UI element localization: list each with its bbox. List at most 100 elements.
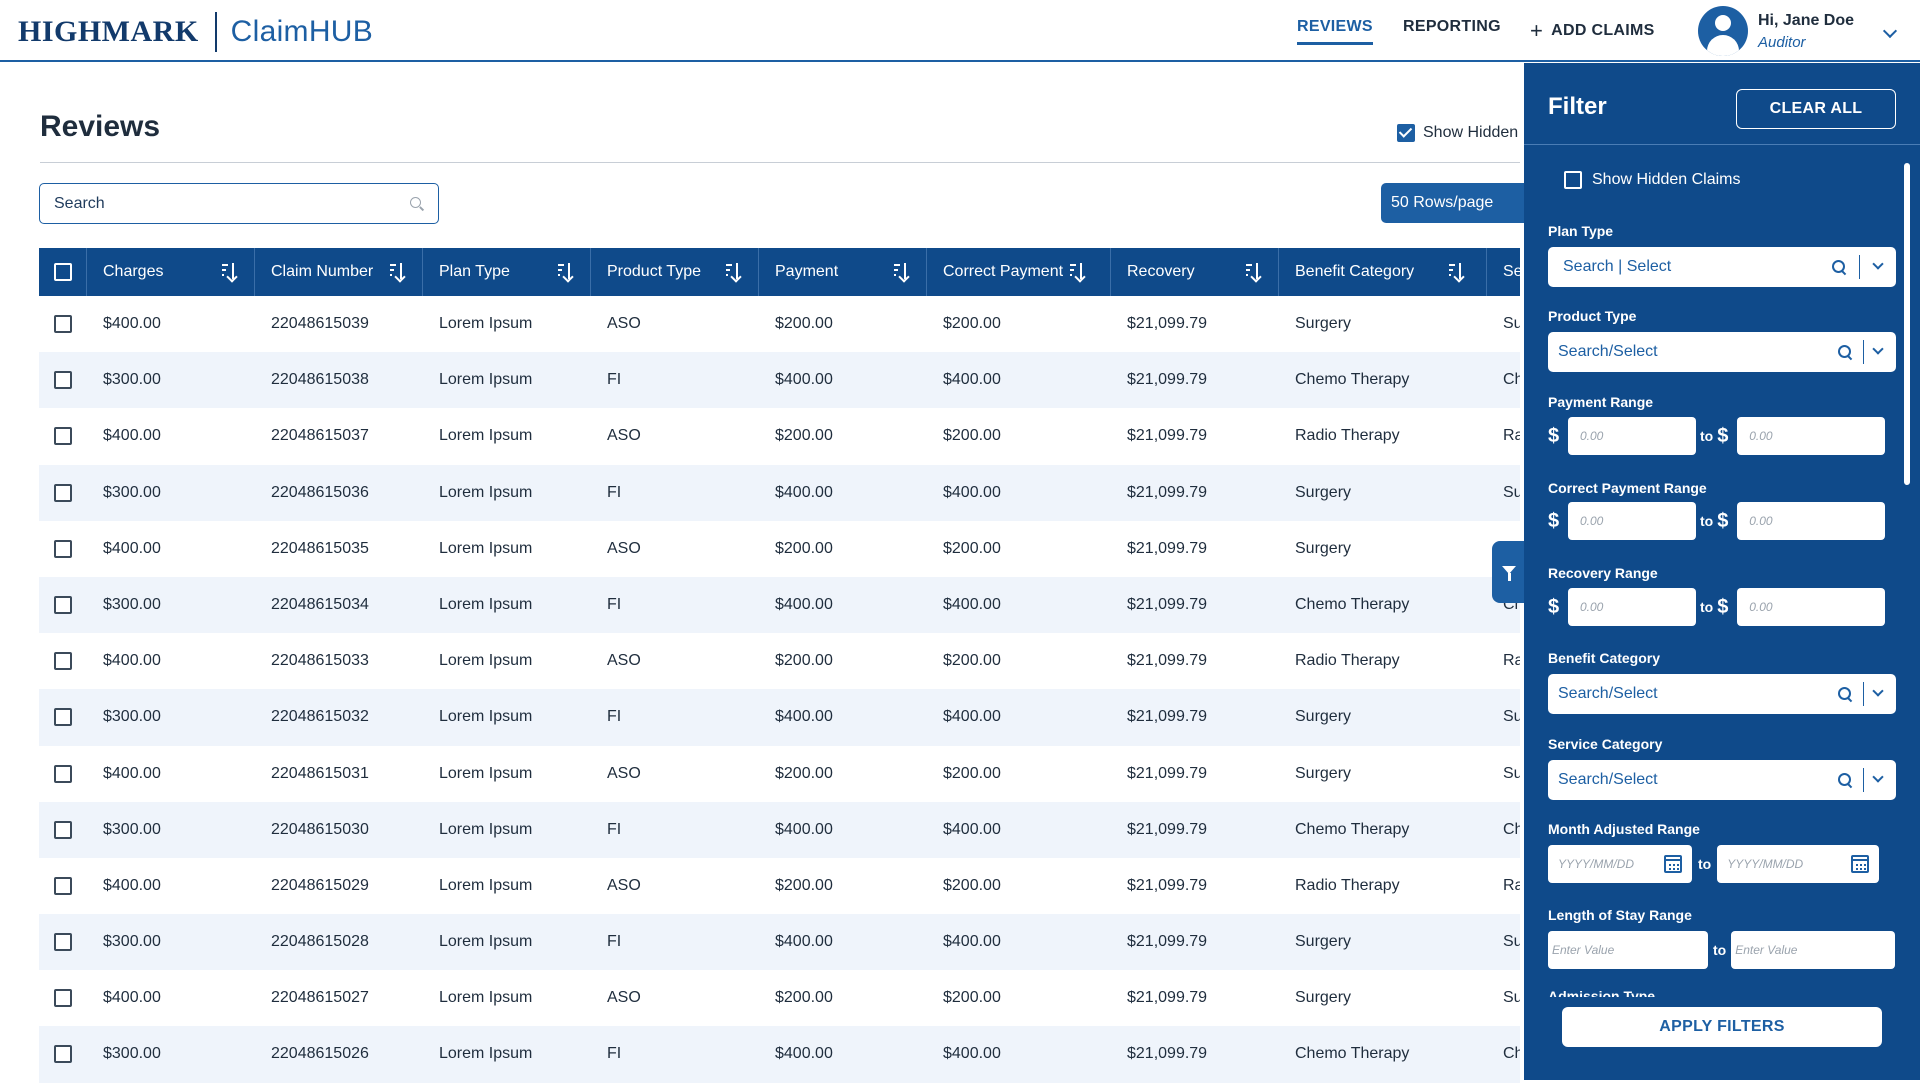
select-all-checkbox[interactable] (54, 263, 72, 281)
recovery-max-input[interactable]: 0.00 (1737, 588, 1886, 626)
column-claim-number[interactable]: Claim Number (255, 248, 423, 296)
sort-icon[interactable] (222, 262, 240, 282)
plan-type-cell: Lorem Ipsum (439, 315, 533, 332)
claim-number-cell: 22048615029 (271, 876, 369, 894)
product-type-select[interactable]: Search/Select (1548, 332, 1896, 372)
sort-icon[interactable] (1449, 262, 1467, 282)
table-row[interactable]: $300.00 22048615036 Lorem Ipsum FI $400.00 $4… (39, 464, 1520, 521)
row-checkbox[interactable] (54, 371, 72, 390)
row-checkbox[interactable] (54, 989, 72, 1008)
correct-payment-min-input[interactable]: 0.00 (1568, 502, 1696, 540)
apply-filters-button[interactable]: APPLY FILTERS (1562, 1007, 1882, 1047)
logo[interactable]: HIGHMARK ClaimHUB (18, 12, 373, 52)
row-checkbox[interactable] (54, 876, 72, 895)
column-label: Claim Number (271, 263, 374, 280)
sort-icon[interactable] (1246, 262, 1264, 282)
nav-add-claims[interactable]: + ADD CLAIMS (1530, 18, 1655, 44)
benefit-category-select[interactable]: Search/Select (1548, 674, 1896, 714)
user-menu[interactable]: Hi, Jane Doe Auditor (1698, 6, 1854, 56)
row-checkbox-cell (54, 408, 72, 464)
payment-range-label: Payment Range (1548, 394, 1654, 410)
table-row[interactable]: $400.00 22048615031 Lorem Ipsum ASO $200.00 $… (39, 746, 1520, 802)
column-correct-payment[interactable]: Correct Payment (927, 248, 1111, 296)
service-category-select[interactable]: Search/Select (1548, 760, 1896, 800)
table-row[interactable]: $300.00 22048615030 Lorem Ipsum FI $400.00 $4… (39, 801, 1520, 858)
table-row[interactable]: $400.00 22048615035 Lorem Ipsum ASO $200.00 $… (39, 521, 1520, 577)
sort-icon[interactable] (558, 262, 576, 282)
column-payment[interactable]: Payment (759, 248, 927, 296)
charges-cell: $300.00 (103, 483, 161, 501)
clear-all-button[interactable]: CLEAR ALL (1736, 89, 1896, 129)
payment-min-input[interactable]: 0.00 (1568, 417, 1696, 455)
table-row[interactable]: $300.00 22048615032 Lorem Ipsum FI $400.00 $4… (39, 689, 1520, 746)
recovery-cell: $21,099.79 (1127, 371, 1208, 389)
search-input[interactable] (54, 194, 410, 213)
table-row[interactable]: $300.00 22048615034 Lorem Ipsum FI $400.00 $4… (39, 576, 1520, 634)
row-checkbox[interactable] (54, 1045, 72, 1064)
chevron-down-icon[interactable] (1882, 23, 1898, 39)
column-benefit-category[interactable]: Benefit Category (1279, 248, 1487, 296)
table-row[interactable]: $400.00 22048615039 Lorem Ipsum ASO $200.00 $… (39, 296, 1520, 352)
row-checkbox[interactable] (54, 708, 72, 727)
row-checkbox[interactable] (54, 652, 72, 671)
service-category-cell: Su (1503, 933, 1520, 951)
search-icon[interactable] (410, 196, 424, 211)
show-hidden-claims-toggle[interactable]: Show Hidden Claims (1564, 171, 1741, 189)
table-row[interactable]: $300.00 22048615038 Lorem Ipsum FI $400.00 $4… (39, 352, 1520, 409)
row-checkbox[interactable] (54, 539, 72, 558)
row-checkbox[interactable] (54, 933, 72, 952)
charges-cell: $400.00 (103, 989, 161, 1007)
filter-toggle-tab[interactable] (1492, 541, 1526, 603)
rows-per-page-dropdown[interactable]: 50 Rows/page (1381, 183, 1541, 223)
charges-cell: $300.00 (103, 371, 161, 389)
sort-icon[interactable] (726, 262, 744, 282)
correct-payment-cell: $200.00 (943, 315, 1001, 332)
chevron-down-icon[interactable] (1872, 685, 1884, 697)
nav-reviews[interactable]: REVIEWS (1297, 18, 1373, 45)
checkbox-checked-icon[interactable] (1397, 124, 1415, 142)
row-checkbox[interactable] (54, 764, 72, 783)
sort-icon[interactable] (894, 262, 912, 282)
calendar-icon[interactable] (1664, 855, 1682, 873)
chevron-down-icon[interactable] (1872, 771, 1884, 783)
payment-max-input[interactable]: 0.00 (1737, 417, 1886, 455)
column-product-type[interactable]: Product Type (591, 248, 759, 296)
correct-payment-max-input[interactable]: 0.00 (1737, 502, 1886, 540)
table-row[interactable]: $400.00 22048615029 Lorem Ipsum ASO $200.00 $… (39, 858, 1520, 914)
plan-type-cell: Lorem Ipsum (439, 1045, 533, 1063)
row-checkbox[interactable] (54, 315, 72, 333)
month-adjusted-to-input[interactable]: YYYY/MM/DD (1717, 845, 1880, 883)
plan-type-select[interactable]: Search | Select (1548, 247, 1896, 287)
column-recovery[interactable]: Recovery (1111, 248, 1279, 296)
checkbox-icon[interactable] (1564, 171, 1582, 189)
chevron-down-icon[interactable] (1872, 258, 1884, 270)
table-row[interactable]: $400.00 22048615033 Lorem Ipsum ASO $200.00 $… (39, 633, 1520, 689)
show-hidden-toggle[interactable]: Show Hidden (1397, 124, 1518, 142)
length-of-stay-max-input[interactable]: Enter Value (1731, 931, 1896, 969)
table-row[interactable]: $300.00 22048615028 Lorem Ipsum FI $400.00 $4… (39, 914, 1520, 971)
table-row[interactable]: $400.00 22048615027 Lorem Ipsum ASO $200.00 $… (39, 970, 1520, 1026)
nav-reporting[interactable]: REPORTING (1403, 18, 1501, 36)
row-checkbox-cell (54, 914, 72, 970)
column-plan-type[interactable]: Plan Type (423, 248, 591, 296)
payment-cell: $400.00 (775, 933, 833, 951)
sort-icon[interactable] (1070, 262, 1088, 282)
column-service-category[interactable]: Ser (1487, 248, 1520, 296)
sort-icon[interactable] (390, 262, 408, 282)
length-of-stay-min-input[interactable]: Enter Value (1548, 931, 1708, 969)
filter-scrollbar[interactable] (1904, 163, 1910, 485)
row-checkbox[interactable] (54, 427, 72, 446)
benefit-category-cell: Chemo Therapy (1295, 595, 1410, 613)
calendar-icon[interactable] (1851, 855, 1870, 873)
table-row[interactable]: $300.00 22048615026 Lorem Ipsum FI $400.00 $4… (39, 1026, 1520, 1083)
month-adjusted-from-input[interactable]: YYYY/MM/DD (1548, 845, 1692, 883)
correct-payment-cell: $400.00 (943, 595, 1001, 613)
chevron-down-icon[interactable] (1872, 343, 1884, 355)
row-checkbox[interactable] (54, 820, 72, 839)
search-field[interactable] (39, 183, 439, 224)
table-row[interactable]: $400.00 22048615037 Lorem Ipsum ASO $200.00 $… (39, 408, 1520, 464)
row-checkbox[interactable] (54, 595, 72, 614)
column-charges[interactable]: Charges (87, 248, 255, 296)
recovery-min-input[interactable]: 0.00 (1568, 588, 1696, 626)
row-checkbox[interactable] (54, 483, 72, 502)
